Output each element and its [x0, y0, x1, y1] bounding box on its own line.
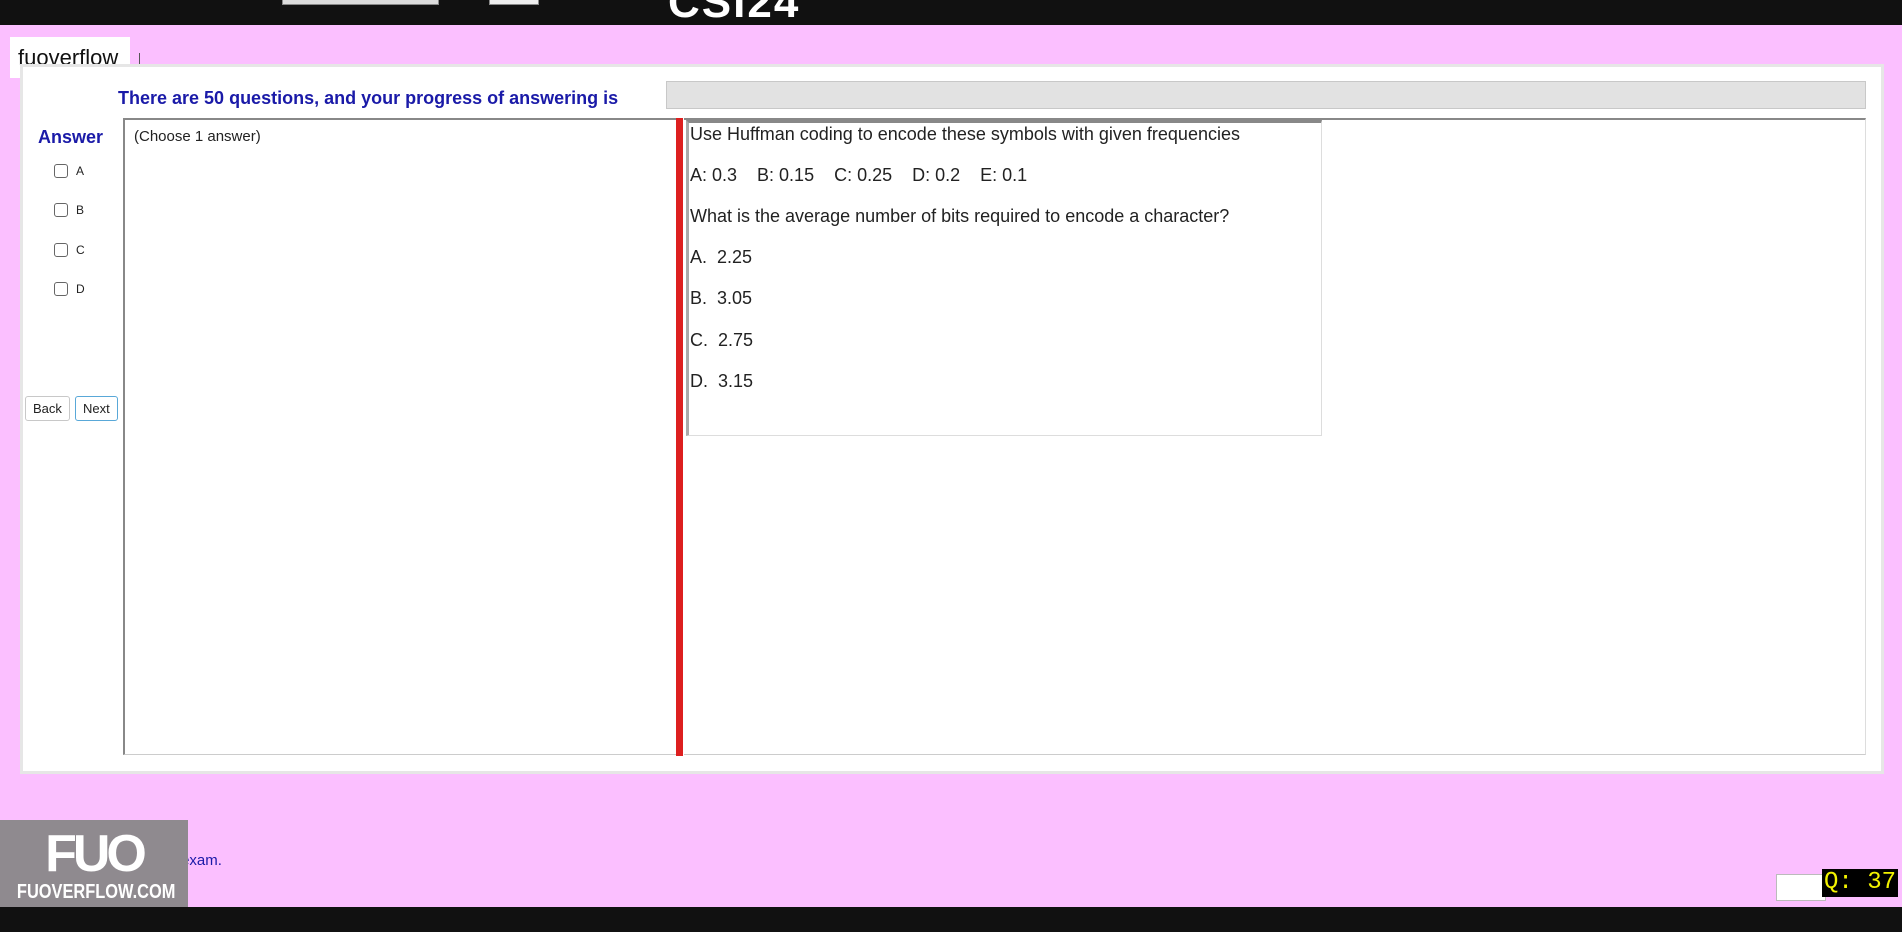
option-a[interactable]: A — [54, 164, 84, 178]
top-dropdown[interactable] — [282, 0, 439, 5]
option-b-label: B — [76, 203, 85, 217]
watermark-logo: FUO FUOVERFLOW.COM — [0, 820, 188, 907]
progress-label: There are 50 questions, and your progres… — [118, 88, 619, 108]
option-c-label: C — [76, 243, 85, 257]
back-button[interactable]: Back — [25, 396, 70, 421]
choice-c: C. 2.75 — [690, 330, 754, 350]
answer-area: (Choose 1 answer) — [123, 118, 677, 755]
logo-url: FUOVERFLOW.COM — [16, 881, 176, 903]
option-a-checkbox[interactable] — [54, 164, 68, 178]
pane-divider[interactable] — [676, 118, 683, 756]
option-d[interactable]: D — [54, 282, 85, 296]
logo-mark: FUO — [45, 825, 147, 883]
next-button[interactable]: Next — [75, 396, 118, 421]
option-d-checkbox[interactable] — [54, 282, 68, 296]
progress-bar — [666, 81, 1866, 109]
exam-code: CSI24 — [668, 0, 801, 25]
bottom-bar — [0, 907, 1902, 932]
question-stem: Use Huffman coding to encode these symbo… — [690, 124, 1240, 144]
option-b[interactable]: B — [54, 203, 84, 217]
option-b-checkbox[interactable] — [54, 203, 68, 217]
answer-heading: Answer — [38, 127, 104, 147]
finish-button[interactable] — [1776, 874, 1826, 901]
choice-b: B. 3.05 — [690, 288, 753, 308]
option-c-checkbox[interactable] — [54, 243, 68, 257]
question-counter: Q: 37 — [1822, 869, 1899, 897]
option-d-label: D — [76, 282, 85, 296]
top-control[interactable] — [489, 0, 539, 5]
choice-d: D. 3.15 — [690, 371, 754, 391]
choice-a: A. 2.25 — [690, 247, 753, 267]
option-a-label: A — [76, 164, 85, 178]
question-prompt: What is the average number of bits requi… — [690, 206, 1230, 226]
option-c[interactable]: C — [54, 243, 85, 257]
question-frequencies: A: 0.3 B: 0.15 C: 0.25 D: 0.2 E: 0.1 — [690, 165, 1028, 185]
answer-hint: (Choose 1 answer) — [134, 128, 261, 145]
top-bar: CSI24 — [0, 0, 1902, 25]
